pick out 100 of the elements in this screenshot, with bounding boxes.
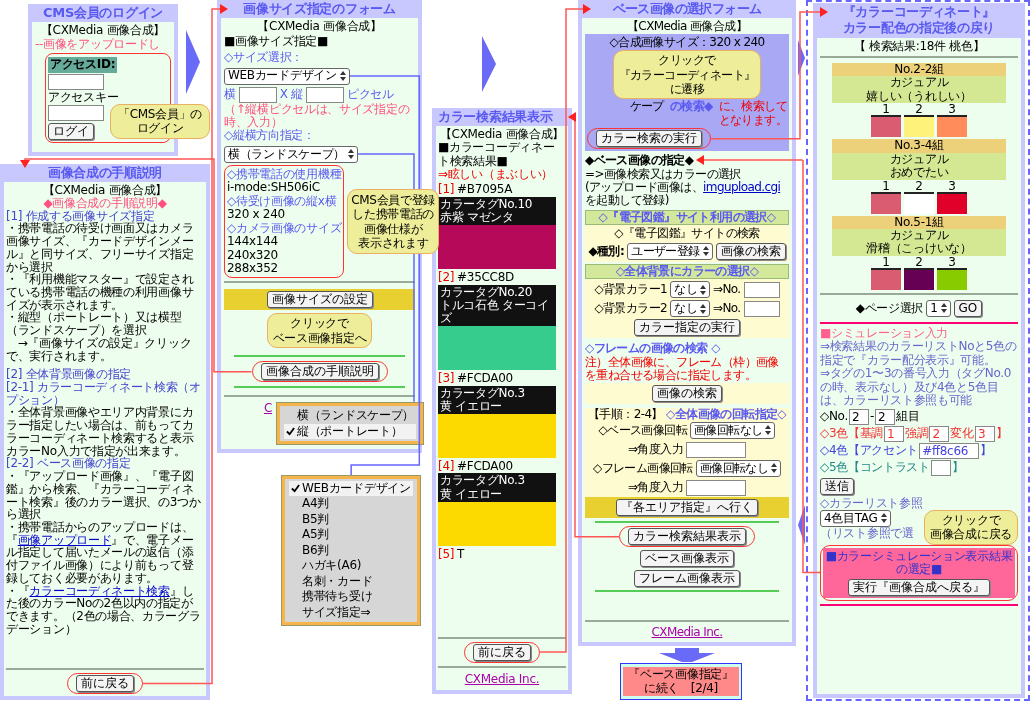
form-button[interactable]: カラー検索の実行 — [596, 130, 702, 148]
form-button[interactable]: 前に戻る — [473, 643, 531, 661]
input-field[interactable] — [743, 300, 780, 317]
info-text: ◇合成画像サイズ：320 x 240 — [609, 35, 765, 50]
form-button[interactable]: 画像合成の手順説明 — [260, 363, 379, 381]
hint-text: （リスト参照で選 — [820, 526, 914, 541]
input-field[interactable]: #ff8c66 — [919, 442, 980, 459]
form-button[interactable]: カラー指定の実行 — [634, 319, 740, 337]
section-title: ■シミュレーション入力 — [820, 326, 950, 340]
input-field[interactable] — [238, 86, 277, 103]
notice-text: --画像をアップロードし — [35, 37, 162, 52]
menu-item[interactable]: サイズ指定⇒ — [289, 604, 413, 620]
field-label: ⇒No. — [712, 302, 741, 316]
input-field[interactable] — [743, 281, 780, 298]
updown-icon — [771, 463, 778, 474]
form-button[interactable]: 送信 — [820, 477, 854, 495]
input-field[interactable] — [48, 105, 104, 121]
menu-item[interactable]: B6判 — [289, 542, 413, 559]
menu-item[interactable]: 携帯待ち受け — [289, 589, 413, 605]
text-link[interactable]: imgupload.cgi — [703, 180, 781, 195]
select-field[interactable]: WEBカードデザイン — [224, 67, 350, 85]
input-field[interactable]: 3 — [974, 425, 995, 442]
info-text: の検索◆ — [669, 100, 713, 114]
form-button[interactable]: 画像サイズの設定 — [266, 291, 373, 309]
page-header: 【CXMedia 画像合成】 — [39, 24, 167, 38]
input-field[interactable]: 1 — [884, 425, 905, 442]
step-heading: [1] 作成する画像サイズ指定 — [6, 209, 155, 223]
select-field[interactable]: ユーザー登録 — [627, 242, 713, 260]
step-text: ・『アップロード画像』、『電子図鑑』から検索、『カラーコーディネート検索』後のカラー選択、の3つから選択 — [6, 470, 202, 521]
input-field[interactable] — [305, 86, 344, 103]
form-button[interactable]: 前に戻る — [76, 675, 134, 692]
field-label: ◇縦横方向指定： — [224, 129, 315, 143]
text-link[interactable]: カラーコーディネート検索 — [29, 583, 170, 598]
menu-item[interactable]: 横（ランドスケープ） — [284, 408, 417, 424]
field-label: アクセスID: — [48, 57, 118, 73]
select-field[interactable]: なし — [670, 300, 710, 318]
input-field[interactable] — [686, 480, 747, 496]
panel-title: ベース画像の選択フォーム — [611, 0, 763, 18]
field-label: ◆種別: — [588, 244, 625, 258]
swatch-number: 3 — [948, 255, 956, 268]
footer-link[interactable]: C — [264, 402, 273, 416]
spec-heading: ◇カメラ画像のサイズ — [227, 221, 342, 236]
page-header: 【CXMedia 画像合成】 — [41, 184, 169, 197]
menu-item[interactable]: WEBカードデザイン — [289, 481, 413, 497]
field-label: 】 — [995, 426, 1008, 441]
swatch-number: 3 — [948, 179, 956, 192]
panel-title: CMS会員のログイン — [42, 4, 164, 22]
menu-item[interactable]: 名刺・カード — [289, 573, 413, 590]
menu-item[interactable]: A5判 — [289, 527, 413, 543]
field-label: ⇒角度入力 — [627, 443, 684, 457]
input-field[interactable] — [686, 442, 747, 458]
input-field[interactable]: 2 — [929, 425, 950, 442]
footer-link[interactable]: CXMedia Inc. — [651, 624, 723, 639]
form-button[interactable]: ログイ — [48, 123, 94, 140]
input-field[interactable]: 2 — [848, 408, 869, 425]
info-text: となります。 — [718, 113, 787, 128]
color-code: #FCDA00 — [457, 460, 513, 474]
page-header: 【CXMedia 画像合成】 — [625, 20, 749, 34]
color-code: #FCDA00 — [457, 372, 513, 386]
hint-text: （↑縦横ピクセルは、サイズ指定の時、入力） — [224, 102, 411, 130]
form-button[interactable]: GO — [953, 299, 983, 317]
callout-bubble: CMS会員で登録 した携帯電話の 画像仕様が 表示されます — [347, 188, 440, 255]
input-field[interactable]: 2 — [875, 408, 895, 425]
field-label: ◇背景カラー1 — [594, 283, 668, 297]
select-field[interactable]: なし — [670, 281, 710, 299]
step-heading: [2-1] カラーコーディネート検索（オプション） — [6, 381, 202, 407]
field-label: ◆ページ選択 — [855, 301, 924, 316]
select-field[interactable]: 画像回転なし — [695, 460, 782, 477]
spec-value: 144x144 — [227, 235, 278, 249]
updown-icon — [348, 149, 354, 160]
check-icon — [286, 426, 296, 436]
form-button[interactable]: フレーム画像表示 — [634, 570, 740, 587]
hint-text: =>画像検索又はカラーの選択 — [585, 167, 742, 181]
step-text: →『画像サイズの設定』クリックで、実行されます。 — [6, 336, 193, 363]
footer-link[interactable]: CXMedia Inc. — [464, 671, 540, 686]
menu-item[interactable]: B5判 — [289, 511, 413, 528]
flow-arrow — [798, 505, 805, 545]
spec-value: 240x320 — [227, 248, 278, 262]
form-button[interactable]: カラー検索結果表示 — [628, 528, 746, 545]
form-button[interactable]: 画像の検索 — [652, 384, 722, 402]
field-label: 】 — [980, 443, 992, 458]
form-button[interactable]: 画像の検索 — [715, 242, 786, 260]
group-name: No.5-1組 — [832, 215, 1006, 229]
panel-title: カラー検索結果表示 — [437, 108, 554, 126]
input-field[interactable] — [48, 73, 104, 90]
form-button[interactable]: 実行『画像合成へ戻る』 — [848, 578, 990, 596]
spec-value: i-mode:SH506iC — [227, 181, 320, 195]
menu-item[interactable]: ハガキ(A6) — [289, 558, 413, 574]
text-link[interactable]: 画像アップロード — [17, 532, 112, 547]
select-field[interactable]: 画像回転なし — [690, 422, 776, 439]
spec-value: 320 x 240 — [227, 208, 285, 222]
input-field[interactable] — [930, 459, 951, 476]
select-field[interactable]: 横（ランドスケープ） — [224, 145, 358, 163]
select-field[interactable]: 4色目TAG — [820, 509, 891, 527]
group-name: No.3-4組 — [832, 139, 1006, 153]
menu-item[interactable]: 縦（ポートレート） — [284, 423, 417, 440]
form-button[interactable]: 『各エリア指定』へ行く — [616, 499, 758, 516]
menu-item[interactable]: A4判 — [289, 496, 413, 512]
select-field[interactable]: 1 — [926, 299, 951, 317]
form-button[interactable]: ベース画像表示 — [640, 550, 734, 567]
